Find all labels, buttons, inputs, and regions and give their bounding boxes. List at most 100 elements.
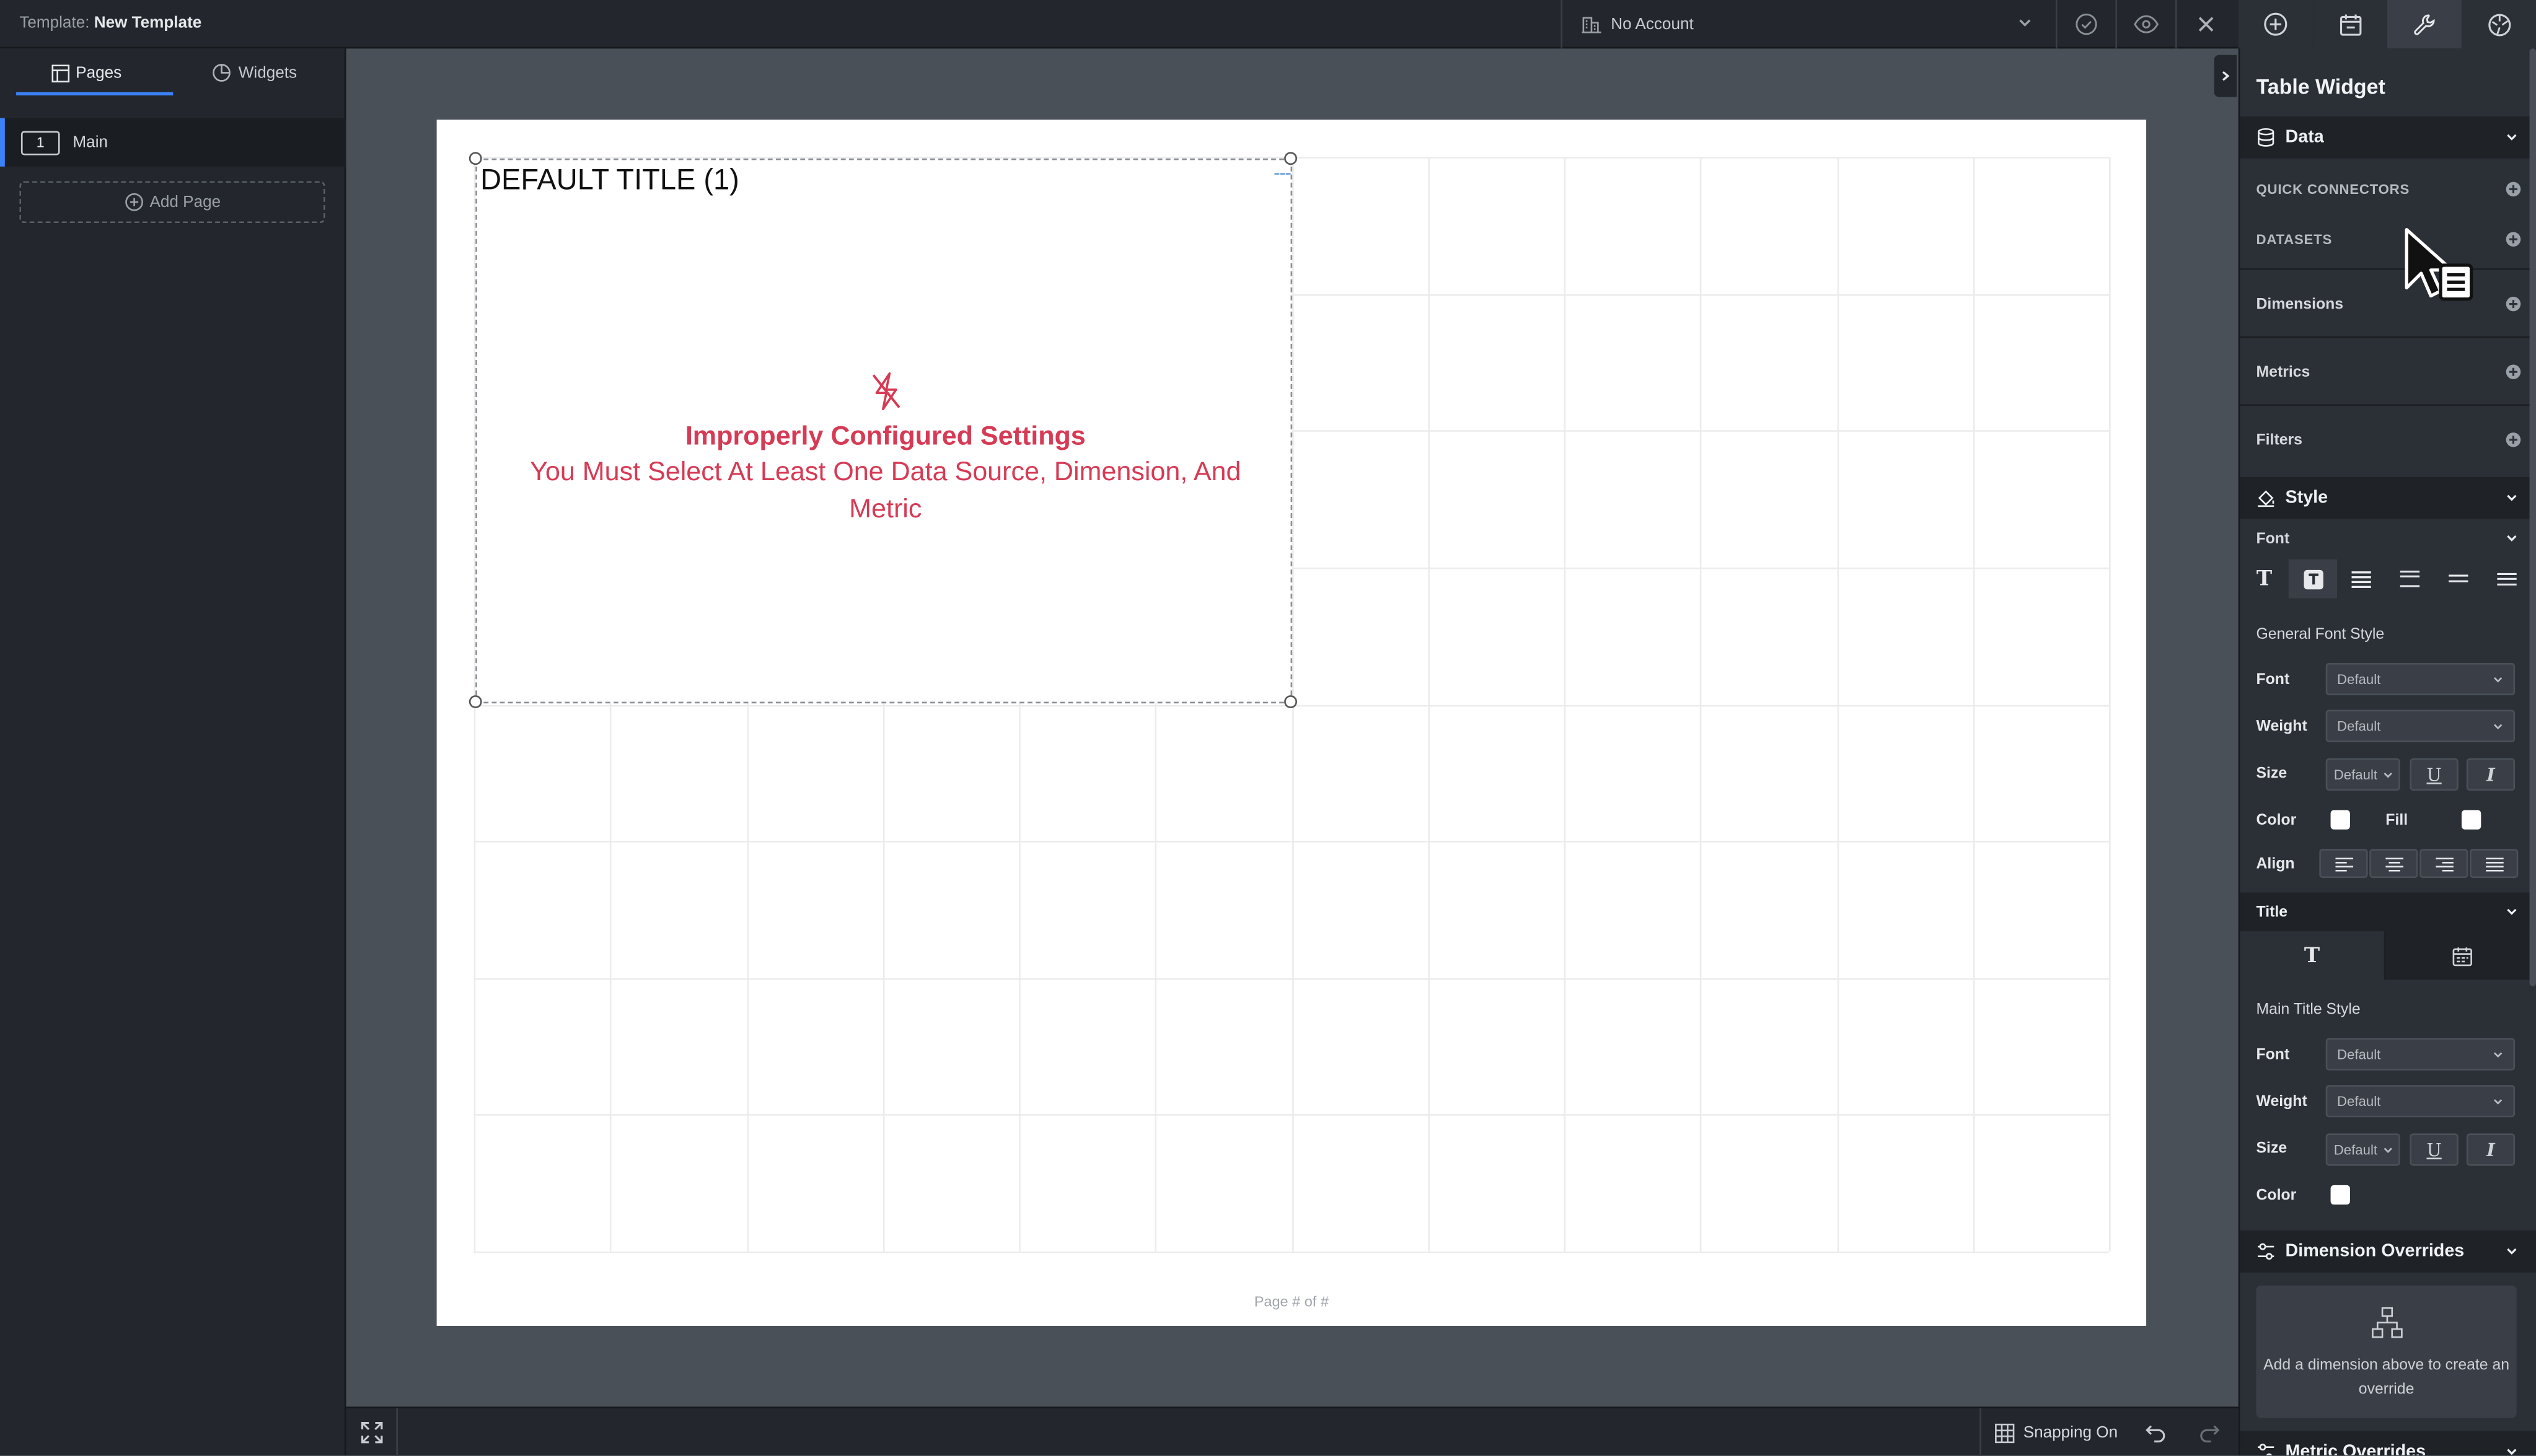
- title-italic-button[interactable]: I: [2466, 1133, 2516, 1166]
- override-icon: [2256, 1442, 2276, 1455]
- tab-settings[interactable]: [2387, 0, 2462, 49]
- snapping-toggle[interactable]: Snapping On: [1979, 1408, 2118, 1456]
- title-underline-button[interactable]: U: [2410, 1133, 2459, 1166]
- tab-pages[interactable]: Pages: [0, 48, 173, 97]
- widget-title[interactable]: DEFAULT TITLE (1): [480, 164, 739, 198]
- resize-handle-top-right[interactable]: [1284, 152, 1297, 165]
- date-title-tab[interactable]: [2385, 931, 2536, 980]
- app-root: Template: New Template No Account Pages …: [0, 0, 2536, 1456]
- add-metric-icon[interactable]: [2505, 364, 2521, 380]
- resize-handle-bottom-left[interactable]: [469, 695, 482, 709]
- datasets-row[interactable]: DATASETS: [2240, 215, 2536, 263]
- page-footer: Page # of #: [1254, 1293, 1329, 1310]
- active-tab-indicator: [16, 92, 174, 95]
- underline-button[interactable]: U: [2410, 758, 2459, 791]
- section-dimension-overrides[interactable]: Dimension Overrides: [2240, 1230, 2536, 1273]
- weight-select[interactable]: Default: [2325, 709, 2516, 742]
- title-color-swatch[interactable]: [2330, 1185, 2350, 1205]
- collapse-panel-toggle[interactable]: [2214, 55, 2237, 97]
- section-style[interactable]: Style: [2240, 476, 2536, 519]
- close-button[interactable]: [2175, 0, 2235, 49]
- body-row-button[interactable]: [2385, 559, 2434, 599]
- tab-pages-label: Pages: [76, 64, 122, 82]
- section-metric-overrides[interactable]: Metric Overrides: [2240, 1431, 2536, 1455]
- properties-panel: Table Widget Data QUICK CONNECTORS DATAS…: [2238, 48, 2536, 1455]
- title-font-value: Default: [2337, 1046, 2381, 1063]
- title-weight-select[interactable]: Default: [2325, 1085, 2516, 1118]
- italic-button[interactable]: I: [2466, 758, 2516, 791]
- title-subsection-header[interactable]: Title: [2240, 892, 2536, 932]
- plus-circle-icon: [2263, 11, 2289, 37]
- add-quick-connector-icon[interactable]: [2505, 181, 2521, 197]
- resize-handle-bottom-right[interactable]: [1284, 695, 1297, 709]
- fill-label: Fill: [2385, 812, 2408, 830]
- account-select[interactable]: No Account: [1561, 0, 2056, 49]
- template-title[interactable]: New Template: [94, 14, 202, 32]
- header-row-button[interactable]: [2337, 559, 2386, 599]
- italic-icon: I: [2486, 764, 2495, 786]
- fullscreen-button[interactable]: [346, 1408, 398, 1456]
- dimension-override-empty-state: Add a dimension above to create an overr…: [2256, 1285, 2517, 1418]
- align-right-button[interactable]: [2419, 849, 2468, 879]
- preview-button[interactable]: [2115, 0, 2175, 49]
- fill-color-swatch[interactable]: [2461, 810, 2481, 830]
- check-circle-icon: [2075, 13, 2098, 36]
- section-data[interactable]: Data: [2240, 116, 2536, 159]
- palette-icon: [2486, 12, 2511, 37]
- add-dataset-icon[interactable]: [2505, 231, 2521, 247]
- add-page-button[interactable]: Add Page: [19, 181, 325, 224]
- title-size-label: Size: [2256, 1139, 2287, 1158]
- add-dimension-icon[interactable]: [2505, 296, 2521, 312]
- size-select[interactable]: Default: [2325, 758, 2400, 791]
- font-select-value: Default: [2337, 671, 2381, 688]
- tab-calendar[interactable]: [2312, 0, 2387, 49]
- align-left-icon: [2335, 856, 2353, 871]
- chevron-down-icon: [2493, 721, 2504, 732]
- table-widget[interactable]: DEFAULT TITLE (1) Improperly Configured …: [469, 152, 1297, 709]
- calendar-icon: [2451, 945, 2472, 966]
- font-select[interactable]: Default: [2325, 662, 2516, 696]
- tab-widgets-label: Widgets: [238, 64, 297, 82]
- add-filter-icon[interactable]: [2505, 432, 2521, 448]
- tab-add-widget[interactable]: [2238, 0, 2313, 49]
- title-size-select[interactable]: Default: [2325, 1133, 2400, 1166]
- panel-scrollbar[interactable]: [2529, 48, 2536, 986]
- tab-theme[interactable]: [2461, 0, 2536, 49]
- undo-button[interactable]: [2144, 1421, 2167, 1444]
- error-message-block: Improperly Configured Settings You Must …: [477, 371, 1294, 529]
- underline-icon: U: [2426, 1139, 2442, 1160]
- align-left-button[interactable]: [2319, 849, 2368, 879]
- total-row-button[interactable]: [2434, 559, 2483, 599]
- filters-row[interactable]: Filters: [2240, 416, 2536, 464]
- metric-overrides-label: Metric Overrides: [2285, 1442, 2426, 1455]
- building-icon: [1582, 14, 1601, 33]
- panel-title: Table Widget: [2256, 74, 2385, 99]
- general-text-button[interactable]: T: [2240, 559, 2289, 599]
- title-color-label: Color: [2256, 1186, 2297, 1205]
- divider: [2240, 336, 2536, 338]
- align-justify-button[interactable]: [2470, 849, 2519, 879]
- title-text-button[interactable]: [2288, 559, 2338, 599]
- size-label: Size: [2256, 765, 2287, 783]
- size-select-value: Default: [2333, 766, 2378, 783]
- quick-connectors-row[interactable]: QUICK CONNECTORS: [2240, 165, 2536, 213]
- pages-icon: [51, 64, 69, 82]
- chevron-down-icon: [2493, 1096, 2504, 1107]
- metrics-row[interactable]: Metrics: [2240, 348, 2536, 396]
- report-page-canvas[interactable]: DEFAULT TITLE (1) Improperly Configured …: [436, 120, 2147, 1326]
- weight-label: Weight: [2256, 717, 2307, 736]
- page-item-main[interactable]: 1 Main: [0, 118, 346, 167]
- validate-button[interactable]: [2055, 0, 2116, 49]
- dimensions-row[interactable]: Dimensions: [2240, 279, 2536, 328]
- template-label: Template:: [19, 14, 90, 33]
- resize-handle-top-left[interactable]: [469, 152, 482, 165]
- tab-widgets[interactable]: Widgets: [168, 48, 341, 97]
- redo-button[interactable]: [2198, 1421, 2221, 1444]
- main-title-tab[interactable]: T: [2240, 931, 2386, 980]
- footer-row-button[interactable]: [2482, 559, 2532, 599]
- align-center-button[interactable]: [2369, 849, 2418, 879]
- title-font-select[interactable]: Default: [2325, 1038, 2516, 1071]
- font-color-swatch[interactable]: [2330, 810, 2350, 830]
- font-subsection-header[interactable]: Font: [2240, 522, 2536, 555]
- grid-icon: [1994, 1422, 2015, 1443]
